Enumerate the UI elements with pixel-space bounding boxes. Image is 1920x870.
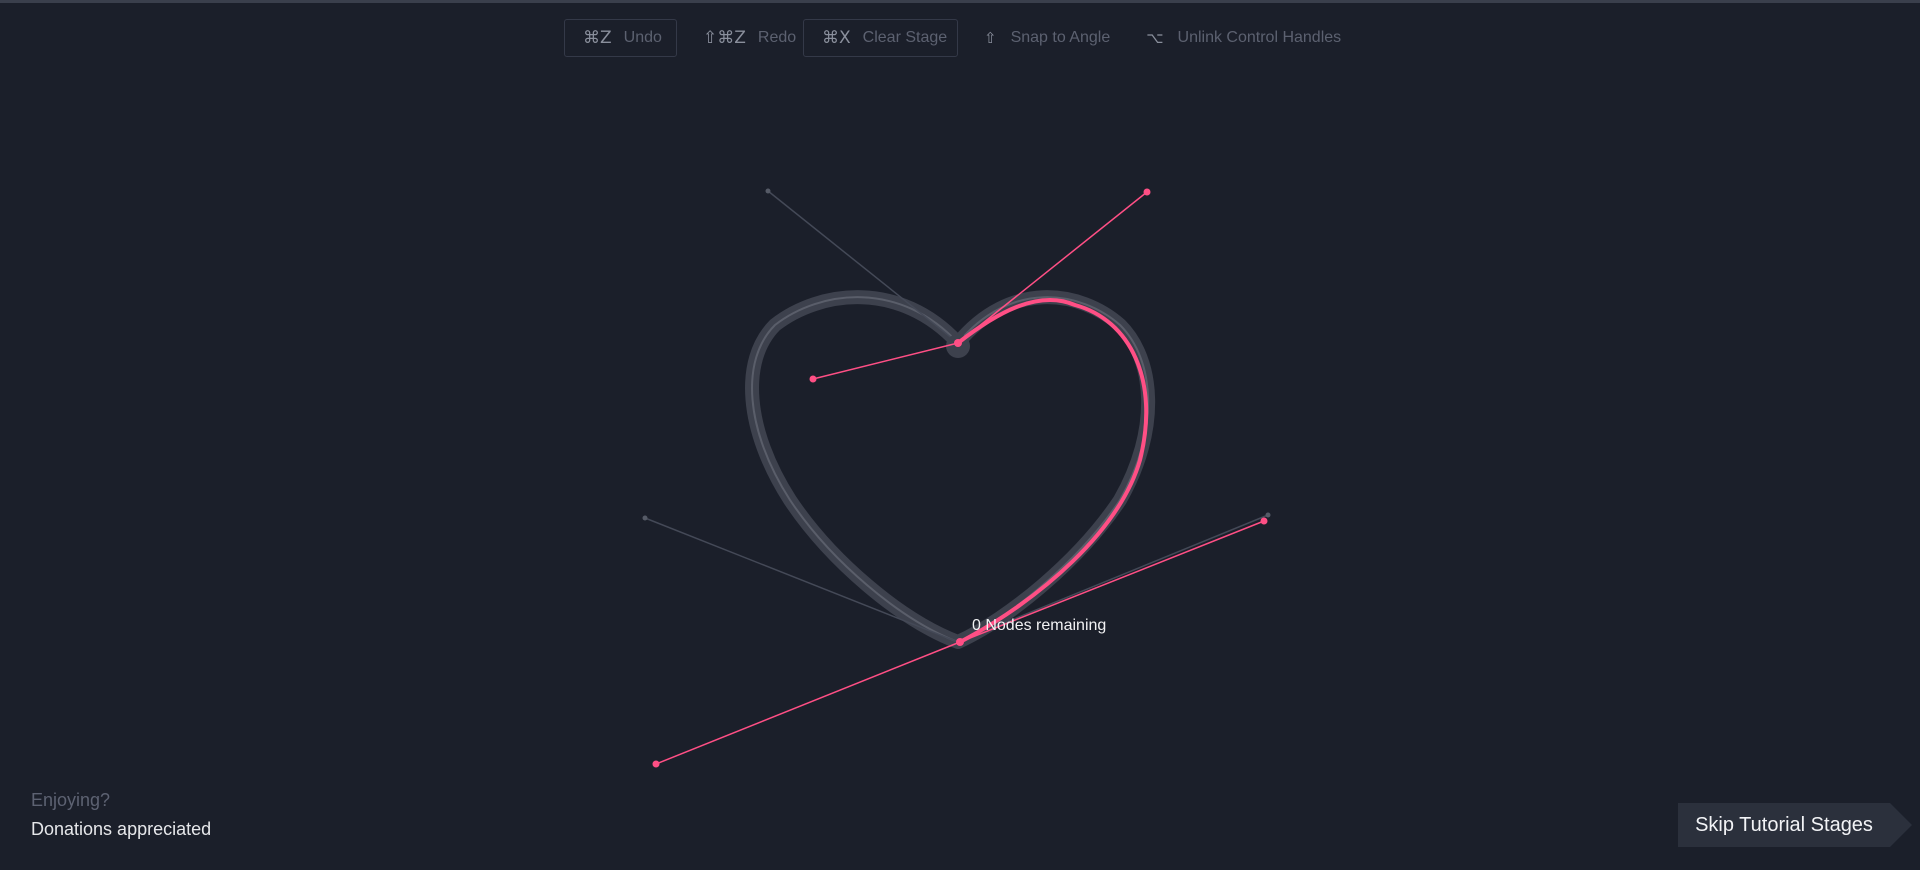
guide-handle-point[interactable] bbox=[1265, 512, 1271, 518]
enjoying-text: Enjoying? bbox=[31, 790, 111, 810]
control-point[interactable] bbox=[652, 760, 660, 768]
drawing-canvas[interactable] bbox=[0, 0, 1920, 870]
control-point[interactable] bbox=[809, 375, 817, 383]
donation-prompt: Enjoying? Donations appreciated bbox=[31, 790, 211, 840]
guide-handle-top-left bbox=[767, 190, 959, 344]
anchor-node-bottom[interactable] bbox=[956, 638, 964, 646]
control-point[interactable] bbox=[1260, 517, 1268, 525]
control-point[interactable] bbox=[1143, 188, 1151, 196]
handle-top-in bbox=[812, 342, 959, 380]
guide-handle-bottom-left bbox=[644, 517, 959, 643]
handle-bottom-in bbox=[655, 641, 961, 765]
nodes-remaining-label: 0 Nodes remaining bbox=[972, 617, 1107, 634]
drawn-curve bbox=[956, 297, 1149, 644]
skip-arrow-icon[interactable] bbox=[1890, 803, 1912, 847]
donations-link[interactable]: Donations appreciated bbox=[31, 819, 211, 840]
anchor-node-top[interactable] bbox=[954, 339, 962, 347]
guide-handle-point[interactable] bbox=[765, 188, 771, 194]
skip-tutorial-button[interactable]: Skip Tutorial Stages bbox=[1678, 803, 1890, 847]
guide-handle-point[interactable] bbox=[642, 515, 648, 521]
